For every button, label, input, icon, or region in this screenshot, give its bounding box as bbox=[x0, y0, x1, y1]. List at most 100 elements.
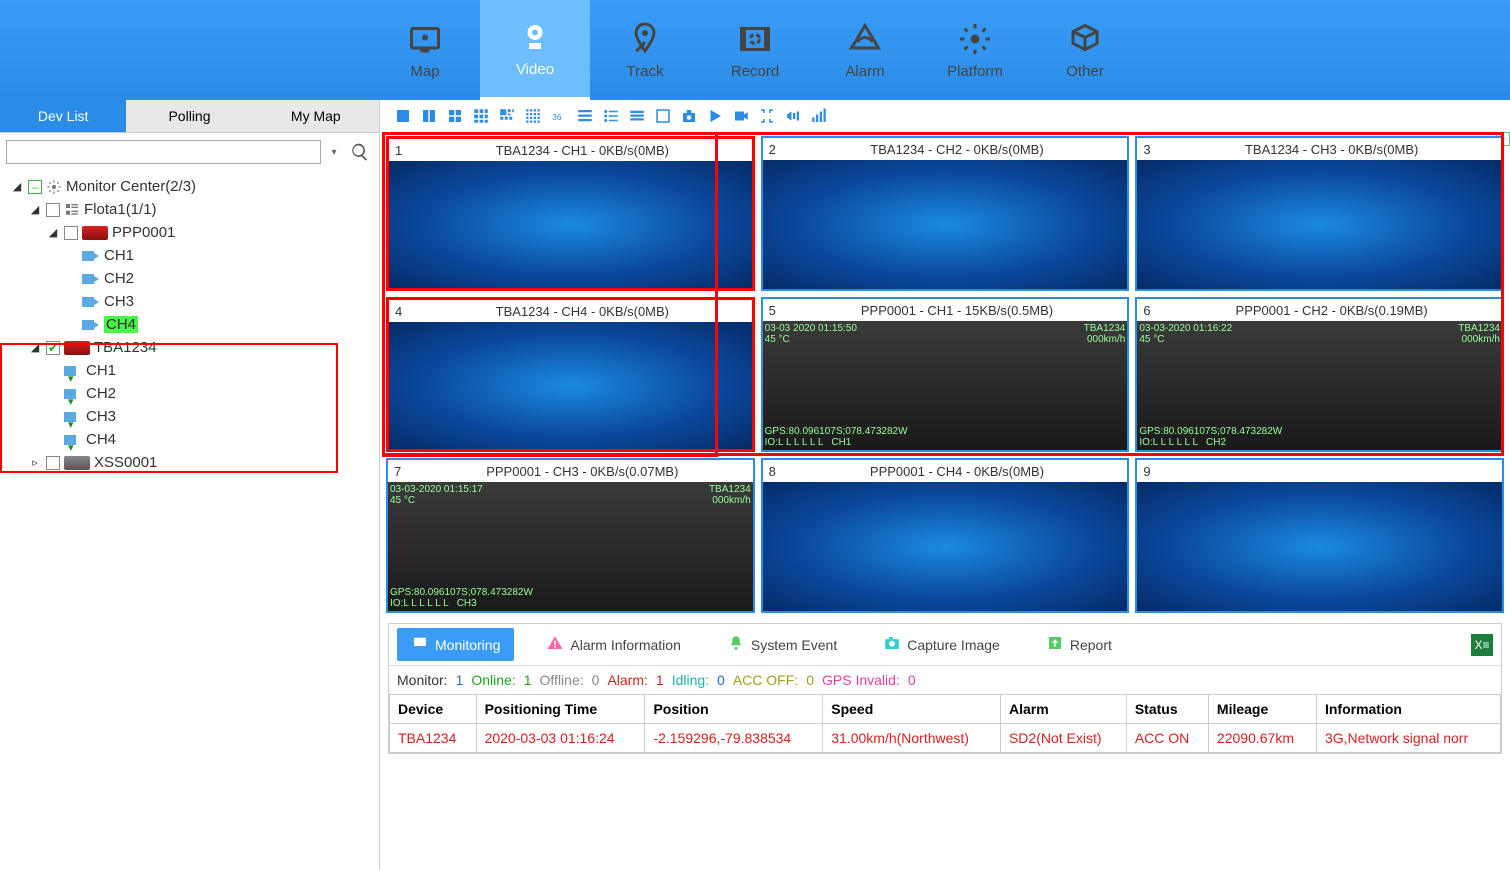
tree-channel-label[interactable]: CH4 bbox=[86, 431, 116, 448]
gpsinv-value: 0 bbox=[908, 672, 916, 688]
video-tile-4[interactable]: 4TBA1234 - CH4 - 0KB/s(0MB) bbox=[386, 297, 755, 452]
expander-icon[interactable]: ▹ bbox=[28, 456, 42, 470]
nav-record[interactable]: Record bbox=[700, 0, 810, 100]
video-tile-1[interactable]: 1TBA1234 - CH1 - 0KB/s(0MB) bbox=[386, 136, 755, 291]
video-placeholder bbox=[389, 322, 752, 449]
toolbar-bullet-list-icon[interactable] bbox=[602, 107, 620, 130]
col-header[interactable]: Speed bbox=[823, 695, 1001, 724]
checkbox[interactable] bbox=[46, 203, 60, 217]
bottom-tab-label: Alarm Information bbox=[570, 637, 680, 653]
tree-channel-label[interactable]: CH2 bbox=[104, 270, 134, 287]
bottom-tab-capture[interactable]: Capture Image bbox=[869, 628, 1014, 661]
alarm-icon bbox=[847, 21, 883, 57]
col-header[interactable]: Mileage bbox=[1208, 695, 1316, 724]
sidebar-tab-devlist[interactable]: Dev List bbox=[0, 100, 126, 132]
col-header[interactable]: Alarm bbox=[1000, 695, 1126, 724]
bottom-tab-monitoring[interactable]: Monitoring bbox=[397, 628, 514, 661]
video-tile-6[interactable]: 6PPP0001 - CH2 - 0KB/s(0.19MB)03-03-2020… bbox=[1135, 297, 1504, 452]
tree-channel-label[interactable]: CH1 bbox=[86, 362, 116, 379]
col-header[interactable]: Device bbox=[390, 695, 477, 724]
expander-icon[interactable]: ◢ bbox=[28, 203, 42, 217]
video-tile-3[interactable]: 3TBA1234 - CH3 - 0KB/s(0MB) bbox=[1135, 136, 1504, 291]
sidebar-tab-mymap[interactable]: My Map bbox=[253, 100, 379, 132]
accoff-value: 0 bbox=[806, 672, 814, 688]
expander-icon[interactable]: ◢ bbox=[46, 226, 60, 240]
bottom-tab-label: Monitoring bbox=[435, 637, 500, 653]
tile-number: 6 bbox=[1143, 303, 1167, 318]
offline-value: 0 bbox=[592, 672, 600, 688]
toolbar-snapshot-icon[interactable] bbox=[680, 107, 698, 130]
nav-map[interactable]: Map bbox=[370, 0, 480, 100]
toolbar-audio-icon[interactable] bbox=[784, 107, 802, 130]
tree-vehicle-label[interactable]: PPP0001 bbox=[112, 224, 175, 241]
tree-vehicle-label[interactable]: XSS0001 bbox=[94, 454, 157, 471]
vehicle-icon bbox=[64, 341, 90, 355]
map-icon bbox=[407, 21, 443, 57]
nav-track[interactable]: Track bbox=[590, 0, 700, 100]
camera-icon bbox=[82, 272, 100, 286]
search-dropdown-icon[interactable]: ▾ bbox=[325, 147, 343, 158]
video-tile-header: 8PPP0001 - CH4 - 0KB/s(0MB) bbox=[763, 460, 1128, 482]
camera-icon bbox=[82, 295, 100, 309]
video-tile-8[interactable]: 8PPP0001 - CH4 - 0KB/s(0MB) bbox=[761, 458, 1130, 613]
col-header[interactable]: Position bbox=[645, 695, 823, 724]
video-tile-2[interactable]: 2TBA1234 - CH2 - 0KB/s(0MB) bbox=[761, 136, 1130, 291]
toolbar-record-video-icon[interactable] bbox=[732, 107, 750, 130]
table-row[interactable]: TBA12342020-03-03 01:16:24-2.159296,-79.… bbox=[390, 724, 1501, 753]
toolbar-signal-icon[interactable] bbox=[810, 107, 828, 130]
tile-label: TBA1234 - CH4 - 0KB/s(0MB) bbox=[419, 304, 746, 319]
toolbar-layout-4-icon[interactable] bbox=[446, 107, 464, 130]
toolbar-fullscreen-icon[interactable] bbox=[758, 107, 776, 130]
tree-channel-label[interactable]: CH3 bbox=[104, 293, 134, 310]
toolbar-layout-2-icon[interactable] bbox=[420, 107, 438, 130]
tree-channel-label[interactable]: CH3 bbox=[86, 408, 116, 425]
bottom-tab-alarm[interactable]: Alarm Information bbox=[532, 628, 694, 661]
video-tile-9[interactable]: 9 bbox=[1135, 458, 1504, 613]
toolbar-list-view-icon[interactable] bbox=[576, 107, 594, 130]
toolbar-layout-1-icon[interactable] bbox=[394, 107, 412, 130]
toolbar-rows-view-icon[interactable] bbox=[628, 107, 646, 130]
monitor-icon bbox=[411, 634, 429, 655]
checkbox[interactable] bbox=[46, 456, 60, 470]
toolbar-border-view-icon[interactable] bbox=[654, 107, 672, 130]
video-tile-7[interactable]: 7PPP0001 - CH3 - 0KB/s(0.07MB)03-03-2020… bbox=[386, 458, 755, 613]
export-excel-button[interactable]: X≡ bbox=[1471, 634, 1493, 656]
tile-label: PPP0001 - CH3 - 0KB/s(0.07MB) bbox=[418, 464, 747, 479]
checkbox[interactable] bbox=[64, 226, 78, 240]
nav-video[interactable]: Video bbox=[480, 0, 590, 100]
col-header[interactable]: Positioning Time bbox=[476, 695, 645, 724]
tree-vehicle-label[interactable]: TBA1234 bbox=[94, 339, 157, 356]
sidebar-tab-polling[interactable]: Polling bbox=[126, 100, 252, 132]
toolbar-play-icon[interactable] bbox=[706, 107, 724, 130]
search-input[interactable] bbox=[6, 140, 321, 164]
col-header[interactable]: Information bbox=[1316, 695, 1500, 724]
tile-number: 4 bbox=[395, 304, 419, 319]
tree-channel-label[interactable]: CH1 bbox=[104, 247, 134, 264]
expander-icon[interactable]: ◢ bbox=[10, 180, 24, 194]
nav-platform[interactable]: Platform bbox=[920, 0, 1030, 100]
bottom-tab-sysevent[interactable]: System Event bbox=[713, 628, 851, 661]
toolbar-layout-36-icon[interactable]: 36 bbox=[550, 107, 568, 130]
checkbox[interactable]: ✔ bbox=[46, 341, 60, 355]
col-header[interactable]: Status bbox=[1126, 695, 1208, 724]
video-placeholder bbox=[763, 482, 1128, 611]
tree-channel-label[interactable]: CH2 bbox=[86, 385, 116, 402]
nav-other[interactable]: Other bbox=[1030, 0, 1140, 100]
bottom-tab-report[interactable]: Report bbox=[1032, 628, 1126, 661]
expander-icon[interactable]: ◢ bbox=[28, 341, 42, 355]
device-tree: ◢–Monitor Center(2/3)◢Flota1(1/1)◢PPP000… bbox=[0, 171, 379, 478]
alarm-label: Alarm: bbox=[607, 672, 647, 688]
checkbox[interactable]: – bbox=[28, 180, 42, 194]
cell-pos: -2.159296,-79.838534 bbox=[645, 724, 823, 753]
search-button[interactable] bbox=[347, 139, 373, 165]
toolbar-layout-16-icon[interactable] bbox=[524, 107, 542, 130]
tree-flota-label[interactable]: Flota1(1/1) bbox=[84, 201, 157, 218]
toolbar-layout-9-icon[interactable] bbox=[472, 107, 490, 130]
grid-icon bbox=[64, 202, 80, 218]
tree-channel-label[interactable]: CH4 bbox=[104, 316, 138, 333]
tree-root-label[interactable]: Monitor Center(2/3) bbox=[66, 178, 196, 195]
toolbar-layout-custom-icon[interactable] bbox=[498, 107, 516, 130]
nav-alarm[interactable]: Alarm bbox=[810, 0, 920, 100]
video-tile-5[interactable]: 5PPP0001 - CH1 - 15KB/s(0.5MB)03-03 2020… bbox=[761, 297, 1130, 452]
video-placeholder bbox=[1137, 160, 1502, 289]
